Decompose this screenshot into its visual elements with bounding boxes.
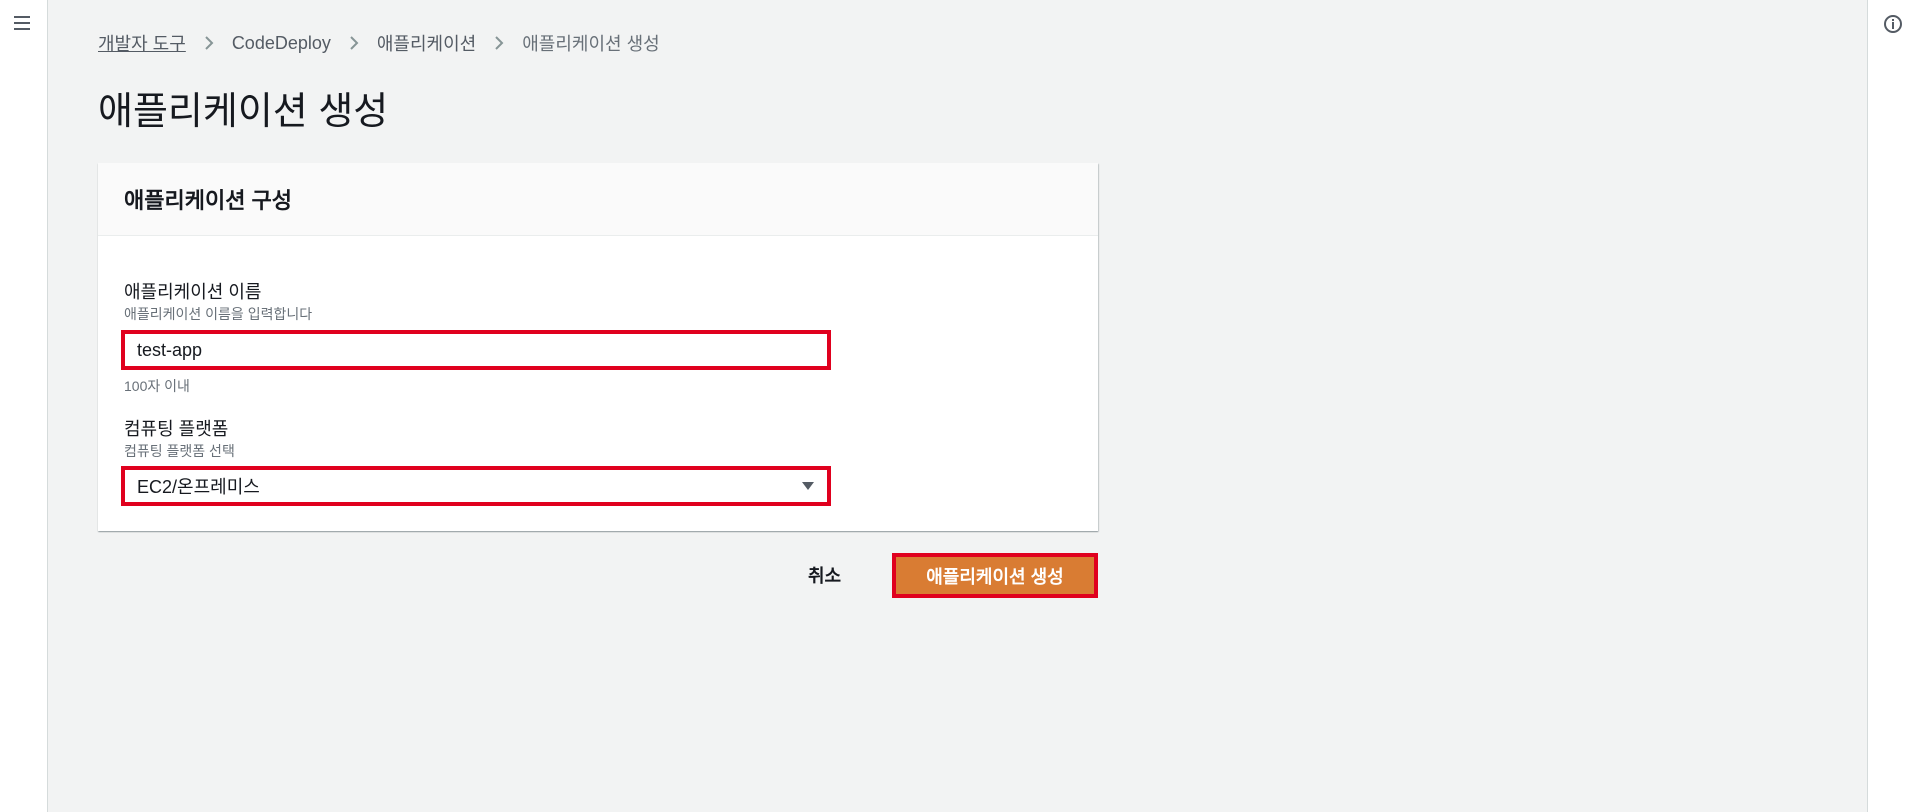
breadcrumb-developer-tools[interactable]: 개발자 도구	[98, 30, 186, 56]
breadcrumb-applications[interactable]: 애플리케이션	[377, 30, 476, 56]
app-name-label: 애플리케이션 이름	[124, 282, 262, 302]
create-application-button[interactable]: 애플리케이션 생성	[892, 553, 1098, 598]
platform-select[interactable]: EC2/온프레미스	[121, 466, 831, 506]
info-icon[interactable]	[1883, 14, 1903, 34]
breadcrumb-current: 애플리케이션 생성	[522, 34, 660, 54]
chevron-right-icon	[350, 36, 359, 50]
application-config-panel: 애플리케이션 구성 애플리케이션 이름 애플리케이션 이름을 입력합니다 100…	[98, 163, 1098, 531]
app-name-input[interactable]	[121, 330, 831, 370]
app-name-description: 애플리케이션 이름을 입력합니다	[124, 306, 313, 322]
breadcrumb-codedeploy[interactable]: CodeDeploy	[232, 33, 331, 54]
panel-header: 애플리케이션 구성	[98, 163, 1098, 236]
right-tools-rail	[1867, 0, 1915, 812]
platform-selected-value: EC2/온프레미스	[137, 477, 260, 497]
breadcrumb: 개발자 도구 CodeDeploy 애플리케이션 애플리케이션 생성	[98, 30, 660, 56]
cancel-button[interactable]: 취소	[798, 560, 851, 590]
panel-title: 애플리케이션 구성	[124, 188, 293, 213]
app-name-constraint: 100자 이내	[124, 378, 190, 394]
left-navigation-rail	[0, 0, 48, 812]
platform-description: 컴퓨팅 플랫폼 선택	[124, 443, 235, 459]
hamburger-menu-icon[interactable]	[12, 14, 32, 32]
platform-label: 컴퓨팅 플랫폼	[124, 419, 229, 439]
caret-down-icon	[802, 482, 814, 490]
page-title: 애플리케이션 생성	[98, 91, 389, 133]
chevron-right-icon	[495, 36, 504, 50]
chevron-right-icon	[205, 36, 214, 50]
